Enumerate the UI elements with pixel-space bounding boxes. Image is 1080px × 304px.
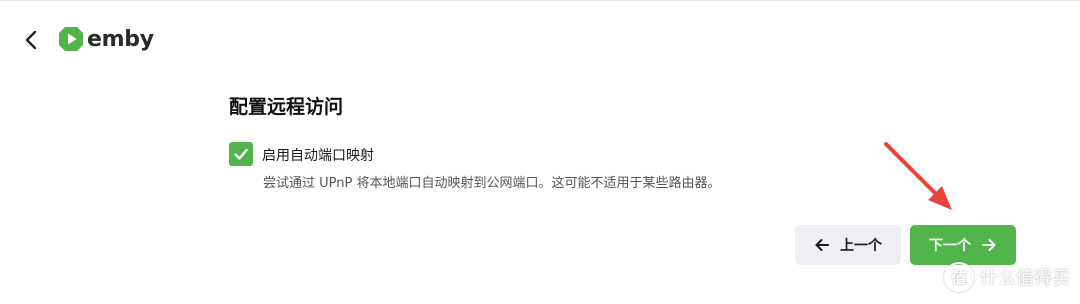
page-title: 配置远程访问 [229,96,344,118]
annotation-arrow-icon [884,142,952,210]
chevron-left-icon [25,30,37,50]
previous-button[interactable]: 上一个 [795,225,901,265]
check-icon [234,148,248,160]
emby-logo[interactable]: emby [58,24,154,54]
emby-logo-icon [59,27,83,51]
upnp-checkbox[interactable] [229,142,253,166]
watermark-text: 什么值得买 [980,268,1070,289]
top-border [0,0,1080,1]
next-button[interactable]: 下一个 [910,225,1016,265]
arrow-left-icon [814,237,830,253]
arrow-right-icon [981,237,997,253]
back-button[interactable] [18,26,46,54]
upnp-checkbox-label[interactable]: 启用自动端口映射 [262,145,374,165]
upnp-description: 尝试通过 UPnP 将本地端口自动映射到公网端口。这可能不适用于某些路由器。 [263,176,721,191]
logo-text: emby [87,26,154,52]
watermark: 值 什么值得买 [944,262,1070,292]
previous-button-label: 上一个 [840,238,882,254]
next-button-label: 下一个 [929,238,971,254]
watermark-badge: 值 [944,262,974,292]
